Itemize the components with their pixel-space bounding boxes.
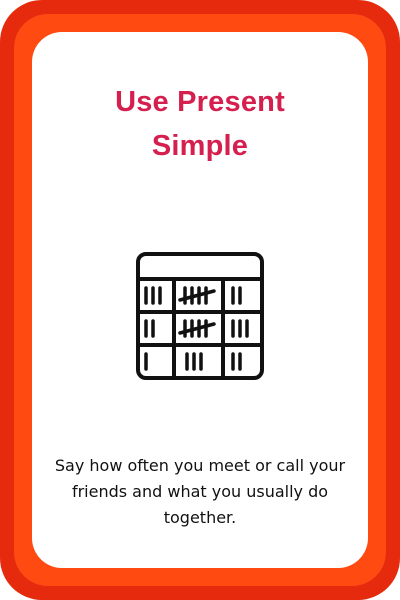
card-title-line-2: Simple <box>151 130 249 162</box>
card-title: Use Present Simple <box>0 80 400 168</box>
card-title-line-1: Use Present <box>115 86 285 118</box>
tally-table-icon <box>132 248 268 384</box>
card-instruction: Say how often you meet or call your frie… <box>54 456 346 527</box>
